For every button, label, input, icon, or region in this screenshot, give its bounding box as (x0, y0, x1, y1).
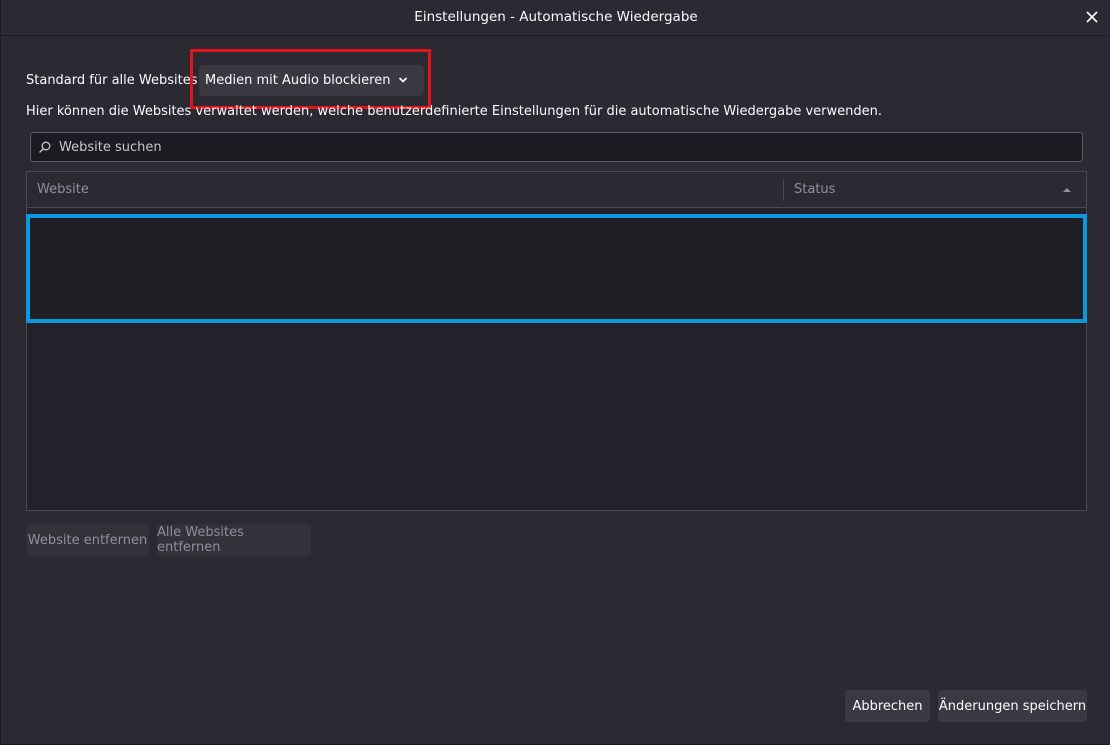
autoplay-settings-dialog: Einstellungen - Automatische Wiedergabe … (0, 0, 1110, 745)
dialog-title: Einstellungen - Automatische Wiedergabe (414, 9, 698, 25)
search-input[interactable] (57, 138, 1061, 156)
description-text: Hier können die Websites verwaltet werde… (26, 104, 883, 119)
column-header-website[interactable]: Website (37, 182, 89, 197)
sort-ascending-icon (1063, 188, 1071, 192)
remove-site-button[interactable]: Website entfernen (26, 524, 149, 556)
chevron-down-icon (399, 77, 407, 83)
close-button[interactable] (1081, 6, 1103, 28)
remove-all-sites-button[interactable]: Alle Websites entfernen (157, 524, 311, 556)
table-header: Website Status (27, 172, 1086, 208)
default-setting-value: Medien mit Audio blockieren (205, 73, 391, 88)
title-bar: Einstellungen - Automatische Wiedergabe (1, 0, 1110, 36)
sites-table: Website Status (26, 171, 1087, 511)
default-setting-label: Standard für alle Websites: (26, 72, 202, 88)
cancel-button[interactable]: Abbrechen (845, 690, 930, 722)
search-icon (39, 141, 51, 153)
default-setting-highlight: Medien mit Audio blockieren (190, 49, 431, 109)
default-setting-select[interactable]: Medien mit Audio blockieren (199, 65, 424, 96)
search-box (30, 132, 1083, 162)
table-row-highlight[interactable] (26, 214, 1087, 323)
column-header-status[interactable]: Status (794, 182, 835, 197)
save-changes-button[interactable]: Änderungen speichern (938, 690, 1087, 722)
close-icon (1086, 11, 1098, 23)
default-setting-row: Standard für alle Websites: (26, 64, 202, 96)
column-separator (783, 179, 784, 201)
